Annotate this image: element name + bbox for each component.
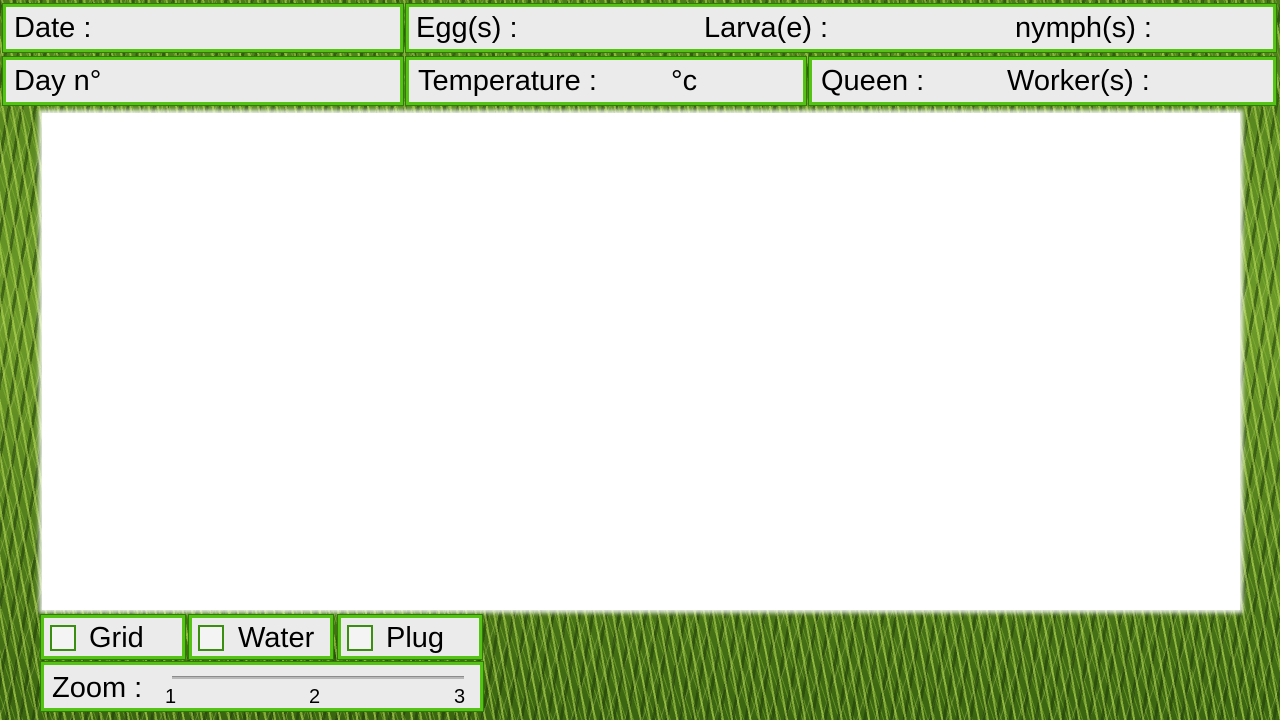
date-panel: Date : xyxy=(3,4,403,52)
zoom-panel: Zoom : 1 2 3 xyxy=(41,662,483,711)
brood-counts-panel: Egg(s) : Larva(e) : nymph(s) : xyxy=(406,4,1276,52)
date-label: Date : xyxy=(14,12,92,44)
zoom-slider[interactable] xyxy=(172,676,464,679)
plug-checkbox[interactable] xyxy=(347,625,373,651)
plug-toggle[interactable]: Plug xyxy=(338,615,482,659)
workers-label: Worker(s) : xyxy=(1007,65,1150,97)
grid-checkbox[interactable] xyxy=(50,625,76,651)
grid-toggle[interactable]: Grid xyxy=(41,615,185,659)
grid-label: Grid xyxy=(89,622,144,654)
temperature-panel: Temperature : °c xyxy=(406,57,806,105)
day-panel: Day n° xyxy=(3,57,403,105)
zoom-tick-3: 3 xyxy=(454,686,466,708)
zoom-tick-2: 2 xyxy=(309,686,321,708)
water-label: Water xyxy=(238,622,315,654)
temperature-label: Temperature : xyxy=(418,65,597,97)
day-label: Day n° xyxy=(14,65,102,97)
water-checkbox[interactable] xyxy=(198,625,224,651)
zoom-tick-1: 1 xyxy=(165,686,177,708)
water-toggle[interactable]: Water xyxy=(189,615,333,659)
zoom-label: Zoom : xyxy=(52,672,143,704)
nymphs-label: nymph(s) : xyxy=(1015,12,1152,44)
plug-label: Plug xyxy=(386,622,445,654)
caste-counts-panel: Queen : Worker(s) : xyxy=(809,57,1276,105)
temperature-unit: °c xyxy=(671,65,698,97)
eggs-label: Egg(s) : xyxy=(416,12,518,44)
colony-viewport[interactable] xyxy=(42,113,1240,610)
larvae-label: Larva(e) : xyxy=(704,12,829,44)
queen-label: Queen : xyxy=(821,65,925,97)
